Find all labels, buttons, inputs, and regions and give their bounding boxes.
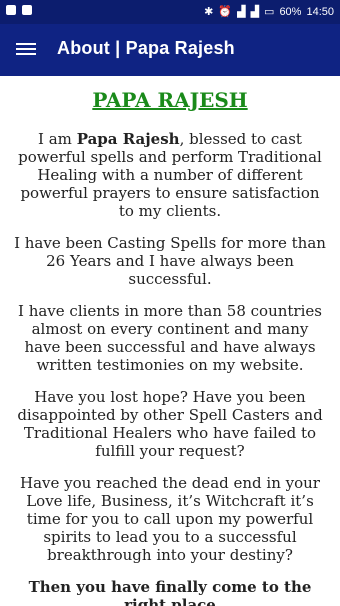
- status-indicators: ✱ ⏰ ▟ ▟ ▭ 60% 14:50: [204, 5, 334, 19]
- intro-name: Papa Rajesh: [76, 130, 180, 148]
- bluetooth-icon: ✱: [204, 6, 214, 18]
- experience-paragraph: I have been Casting Spells for more than…: [14, 234, 326, 288]
- signal-icon: ▟: [237, 6, 246, 18]
- app-bar: About | Papa Rajesh: [0, 24, 340, 76]
- status-bar: ✱ ⏰ ▟ ▟ ▭ 60% 14:50: [0, 0, 340, 24]
- alarm-icon: ⏰: [218, 6, 233, 18]
- message-notification-icon: [22, 5, 32, 15]
- about-content: PAPA RAJESH I am Papa Rajesh, blessed to…: [0, 76, 340, 606]
- intro-prefix: I am: [38, 130, 77, 148]
- about-heading: PAPA RAJESH: [92, 88, 248, 112]
- lost-hope-paragraph: Have you lost hope? Have you been disapp…: [17, 388, 323, 460]
- settings-notification-icon: [6, 5, 16, 15]
- status-time: 14:50: [306, 5, 334, 18]
- intro-paragraph: I am Papa Rajesh, blessed to cast powerf…: [12, 130, 328, 220]
- battery-icon: ▭: [264, 6, 275, 18]
- dead-end-paragraph: Have you reached the dead end in your Lo…: [20, 474, 320, 564]
- clients-paragraph: I have clients in more than 58 countries…: [18, 302, 322, 374]
- page-title: About | Papa Rajesh: [57, 38, 235, 58]
- hamburger-menu-icon[interactable]: [16, 40, 36, 58]
- status-notifications: [6, 5, 32, 15]
- signal-icon-2: ▟: [250, 6, 260, 18]
- battery-percent: 60%: [279, 5, 302, 18]
- right-place-paragraph: Then you have finally come to the right …: [28, 578, 312, 606]
